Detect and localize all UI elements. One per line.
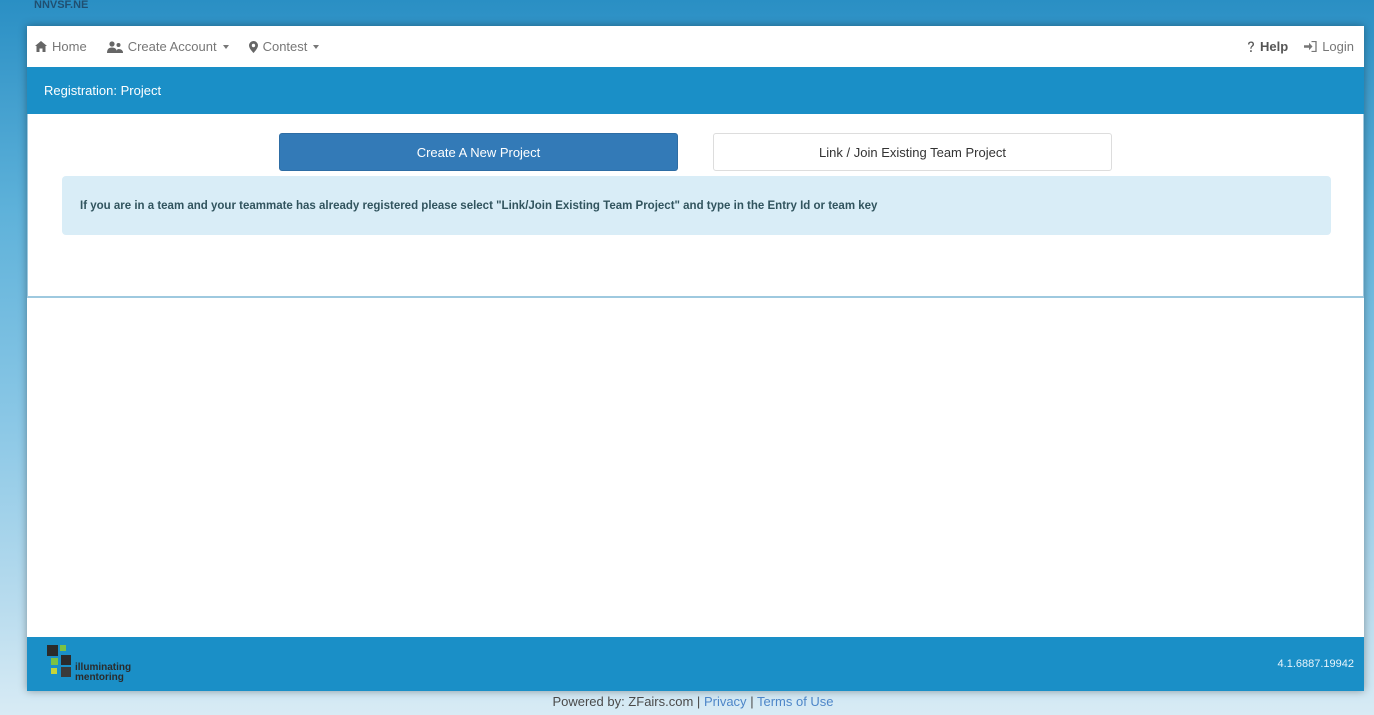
home-icon xyxy=(35,41,47,52)
map-marker-icon xyxy=(248,40,258,53)
nav-left-group: Home Create Account Contest xyxy=(27,39,339,54)
nav-login[interactable]: Login xyxy=(1304,39,1354,54)
footer-bar: illuminating mentoring 4.1.6887.19942 xyxy=(27,637,1364,691)
powered-by-bar: Powered by: ZFairs.com | Privacy | Terms… xyxy=(0,694,1374,715)
nav-contest[interactable]: Contest xyxy=(248,39,320,54)
top-navbar: Home Create Account Contest Help Login xyxy=(27,26,1364,68)
chevron-down-icon xyxy=(222,44,229,49)
nav-help-label: Help xyxy=(1260,39,1289,54)
nav-login-label: Login xyxy=(1322,39,1354,54)
nav-help[interactable]: Help xyxy=(1247,39,1288,54)
info-alert: If you are in a team and your teammate h… xyxy=(62,176,1331,235)
powered-by-text: Powered by: ZFairs.com | xyxy=(552,694,701,709)
panel-heading: Registration: Project xyxy=(27,67,1364,114)
version-number: 4.1.6887.19942 xyxy=(1277,658,1354,670)
privacy-link[interactable]: Privacy xyxy=(704,694,747,709)
nav-create-account[interactable]: Create Account xyxy=(106,39,229,54)
chevron-down-icon xyxy=(313,44,320,49)
panel-body: Create A New Project Link / Join Existin… xyxy=(27,114,1364,298)
main-frame: Home Create Account Contest Help Login R… xyxy=(27,26,1364,691)
page-header-strip: NNVSF.NE xyxy=(34,0,89,11)
svg-text:mentoring: mentoring xyxy=(75,672,124,683)
nav-home-label: Home xyxy=(52,39,87,54)
powered-separator: | xyxy=(750,694,754,709)
nav-contest-label: Contest xyxy=(262,39,308,54)
link-join-project-button[interactable]: Link / Join Existing Team Project xyxy=(713,133,1112,171)
create-new-project-button[interactable]: Create A New Project xyxy=(279,133,678,171)
question-icon xyxy=(1247,41,1255,53)
info-alert-text: If you are in a team and your teammate h… xyxy=(80,199,878,212)
sign-in-icon xyxy=(1304,41,1317,52)
nav-right-group: Help Login xyxy=(1247,39,1364,54)
nav-home[interactable]: Home xyxy=(35,39,87,54)
nav-create-account-label: Create Account xyxy=(127,39,217,54)
terms-of-use-link[interactable]: Terms of Use xyxy=(757,694,834,709)
users-icon xyxy=(106,40,123,53)
org-logo: illuminating mentoring xyxy=(45,641,175,687)
